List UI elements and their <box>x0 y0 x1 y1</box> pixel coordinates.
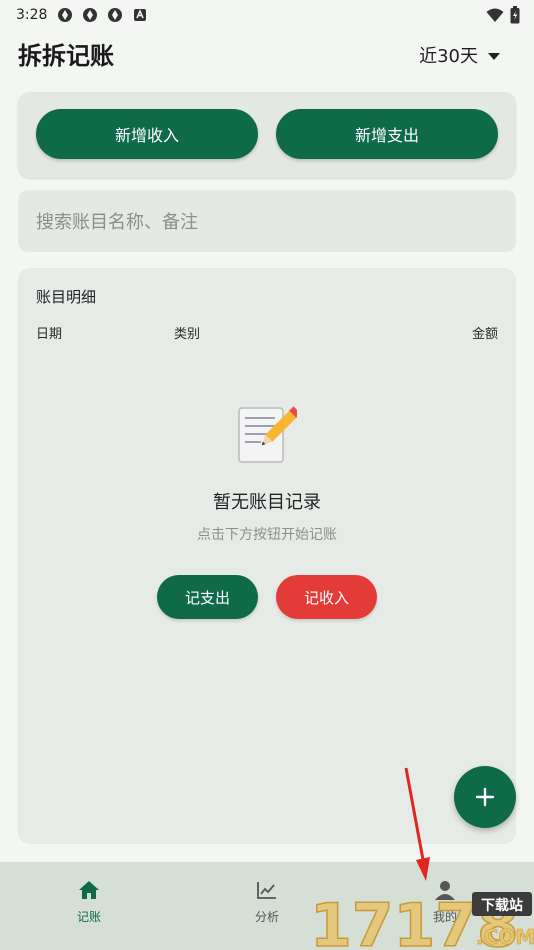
status-time: 3:28 <box>16 7 48 23</box>
home-icon <box>79 881 99 899</box>
ledger-card: 账目明细 日期 类别 金额 暂无账目记录 点击下方按钮开始记账 记支出 记收入 <box>18 268 516 844</box>
svg-text:.COM: .COM <box>476 925 534 949</box>
period-dropdown[interactable]: 近30天 <box>419 42 500 68</box>
memo-pencil-icon <box>237 406 301 466</box>
watermark-logo: 17178 下载站 .COM <box>308 886 534 950</box>
svg-text:下载站: 下载站 <box>481 897 523 914</box>
chart-icon <box>257 882 276 899</box>
quick-action-card: 新增收入 新增支出 <box>18 92 516 178</box>
nav-label-bookkeeping: 记账 <box>76 910 101 924</box>
page-title: 拆拆记账 <box>18 41 114 70</box>
add-record-fab[interactable] <box>454 766 516 828</box>
app-header: 拆拆记账 近30天 <box>0 30 534 76</box>
empty-state-subtitle: 点击下方按钮开始记账 <box>197 527 337 543</box>
period-label: 近30天 <box>419 46 478 67</box>
sync-icon <box>82 7 98 23</box>
status-right <box>486 6 520 28</box>
nav-label-analysis: 分析 <box>254 910 279 924</box>
sync-icon <box>57 7 73 23</box>
chevron-down-icon <box>488 52 500 60</box>
search-input[interactable]: 搜索账目名称、备注 <box>18 190 516 252</box>
column-header-amount: 金额 <box>471 327 498 342</box>
record-income-button[interactable]: 记收入 <box>276 575 377 619</box>
battery-icon <box>510 6 520 28</box>
empty-state-title: 暂无账目记录 <box>213 492 321 513</box>
column-header-category: 类别 <box>174 327 201 342</box>
plus-icon <box>475 787 495 807</box>
column-header-date: 日期 <box>36 327 63 342</box>
ledger-title: 账目明细 <box>36 288 97 306</box>
add-income-button[interactable]: 新增收入 <box>36 109 258 159</box>
record-expense-button[interactable]: 记支出 <box>157 575 258 619</box>
annotation-arrow <box>404 767 430 881</box>
app-notification-icon <box>132 7 148 23</box>
status-bar: 3:28 <box>0 0 534 30</box>
wifi-icon <box>486 7 504 27</box>
add-expense-button[interactable]: 新增支出 <box>276 109 498 159</box>
sync-icon <box>107 7 123 23</box>
nav-item-bookkeeping[interactable]: 记账 <box>0 862 178 950</box>
